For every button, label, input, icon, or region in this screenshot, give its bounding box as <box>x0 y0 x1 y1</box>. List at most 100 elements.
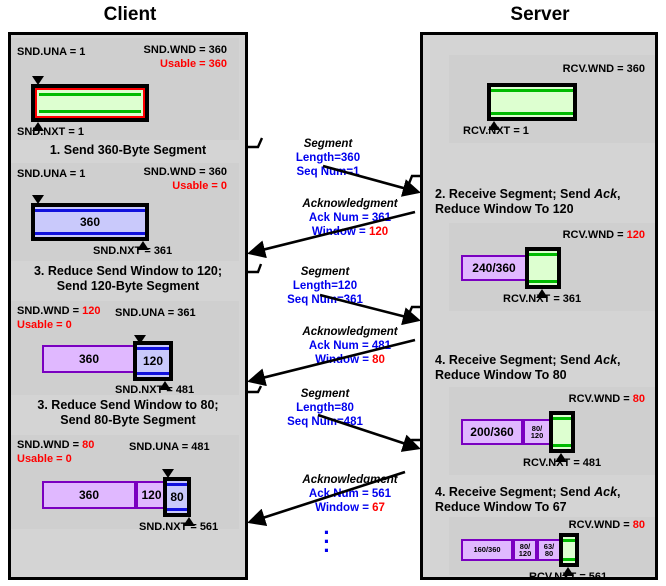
client-1-window-fill <box>35 88 145 118</box>
server-step-4-caption-line2: Reduce Window To 67 <box>435 499 567 514</box>
client-2-snd-una: SND.UNA = 1 <box>17 168 86 180</box>
client-1-stripe-top <box>39 93 141 96</box>
server-4-cap-ack: Ack <box>594 485 618 499</box>
server-3-rcv-wnd-label: RCV.WND = <box>568 393 633 405</box>
server-2-rcv-nxt: RCV.NXT = 361 <box>503 293 582 305</box>
server-4-receive-window <box>559 533 579 567</box>
client-state-4: SND.WND = 80 Usable = 0 SND.UNA = 481 36… <box>11 435 239 533</box>
server-1-rcv-wnd: RCV.WND = 360 <box>562 63 645 75</box>
message-segment-2-header: Segment <box>300 266 350 278</box>
client-1-window-labels: SND.WND = 360 Usable = 360 <box>144 44 227 72</box>
client-3-snd-wnd-value: 120 <box>82 305 101 317</box>
server-3-receive-window <box>549 411 575 453</box>
client-step-3-caption: 3. Reduce Send Window to 80; Send 80-Byt… <box>17 398 239 428</box>
client-column-title: Client <box>103 4 157 25</box>
message-ack-2-acknum: Ack Num = 481 <box>308 339 392 352</box>
server-state-3: RCV.WND = 80 200/360 80/ 120 RCV.NXT = 4… <box>449 387 655 475</box>
server-2-cap-comma: , <box>617 187 621 201</box>
client-4-snd-wnd-value: 80 <box>82 439 95 451</box>
server-2-stripe-bottom <box>529 280 557 283</box>
message-segment-2: Segment Length=120 Seq Num=361 <box>255 266 395 307</box>
server-2-rcv-wnd-label: RCV.WND = <box>562 229 627 241</box>
message-segment-2-seqnum: Seq Num=361 <box>287 293 363 306</box>
message-ack-1-header: Acknowledgment <box>302 198 398 210</box>
server-4-received-segment-2: 80/ 120 <box>513 539 537 561</box>
message-ack-3-window: Window = 67 <box>275 502 425 516</box>
server-4-seg3-bottom: 80 <box>544 549 554 558</box>
client-state-1: SND.UNA = 1 SND.WND = 360 Usable = 360 S… <box>11 38 239 140</box>
client-3-segment-size: 120 <box>142 354 164 368</box>
server-3-received-segment-2: 80/ 120 <box>523 419 551 445</box>
server-state-1: RCV.WND = 360 RCV.NXT = 1 <box>449 55 655 143</box>
client-4-window-labels: SND.WND = 80 Usable = 0 <box>17 439 94 467</box>
message-segment-1-header: Segment <box>303 138 353 150</box>
client-panel: SND.UNA = 1 SND.WND = 360 Usable = 360 S… <box>8 32 248 580</box>
server-4-received-segment-1: 160/360 <box>461 539 513 561</box>
dot-3: · <box>323 538 331 564</box>
message-segment-1: Segment Length=360 Seq Num=1 <box>258 138 398 179</box>
server-2-receive-window <box>525 247 561 289</box>
client-3-acked-segment: 360 <box>42 345 136 373</box>
message-ack-1: Acknowledgment Ack Num = 361 Window = 12… <box>275 198 425 239</box>
server-1-stripe-bottom <box>491 112 573 115</box>
server-state-2: RCV.WND = 120 240/360 RCV.NXT = 361 <box>449 223 655 311</box>
client-1-usable-window <box>31 84 149 122</box>
server-4-stripe-bottom <box>563 558 575 561</box>
client-step-2-caption: 3. Reduce Send Window to 120; Send 120-B… <box>17 264 239 294</box>
message-ack-2-window-label: Window = <box>315 353 373 366</box>
client-step-3-caption-line2: Send 80-Byte Segment <box>60 412 196 427</box>
client-3-snd-una: SND.UNA = 361 <box>115 307 196 319</box>
server-2-rcv-wnd-value: 120 <box>626 229 645 241</box>
server-step-2-caption: 2. Receive Segment; Send Ack, Reduce Win… <box>435 187 653 217</box>
server-step-4-caption: 4. Receive Segment; Send Ack, Reduce Win… <box>435 485 653 515</box>
client-4-snd-wnd: SND.WND = 80 <box>17 439 95 451</box>
server-3-rcv-wnd-value: 80 <box>632 393 645 405</box>
client-2-usable: Usable = 0 <box>172 179 227 192</box>
client-4-sending-window: 80 <box>163 477 191 517</box>
message-segment-2-length: Length=120 <box>292 279 358 292</box>
client-3-window-fill: 120 <box>137 345 169 377</box>
client-2-snd-wnd: SND.WND = 360 <box>143 166 227 178</box>
message-ack-2-header: Acknowledgment <box>302 326 398 338</box>
server-4-cap-comma: , <box>617 485 621 499</box>
client-4-usable: Usable = 0 <box>17 452 72 465</box>
message-segment-3: Segment Length=80 Seq Num=481 <box>255 388 395 429</box>
client-1-snd-wnd: SND.WND = 360 <box>143 44 227 56</box>
server-column-title: Server <box>510 4 570 25</box>
server-1-receive-window <box>487 83 577 121</box>
server-4-received-segment-3: 63/ 80 <box>537 539 561 561</box>
server-step-3-caption-line2: Reduce Window To 80 <box>435 367 567 382</box>
server-3-cap-a: 4. Receive Segment; Send <box>435 353 595 367</box>
server-1-rcv-nxt: RCV.NXT = 1 <box>463 125 529 137</box>
client-step-2-caption-line1: 3. Reduce Send Window to 120; <box>33 264 223 278</box>
client-3-window-labels: SND.WND = 120 Usable = 0 <box>17 305 100 333</box>
server-4-cap-a: 4. Receive Segment; Send <box>435 485 595 499</box>
server-3-stripe-top <box>553 417 571 420</box>
server-2-stripe-top <box>529 253 557 256</box>
server-4-stripe-top <box>563 539 575 542</box>
client-2-window-labels: SND.WND = 360 Usable = 0 <box>144 166 227 194</box>
server-state-4: RCV.WND = 80 160/360 80/ 120 63/ 80 RCV.… <box>449 517 655 583</box>
client-1-snd-una: SND.UNA = 1 <box>17 46 86 58</box>
client-1-snd-nxt: SND.NXT = 1 <box>17 126 84 138</box>
continuation-dots: · · · <box>312 521 342 564</box>
server-2-rcv-wnd: RCV.WND = 120 <box>563 229 645 243</box>
server-3-rcv-nxt: RCV.NXT = 481 <box>523 457 602 469</box>
client-4-acked-segment-1: 360 <box>42 481 136 509</box>
client-2-segment-size: 360 <box>79 215 101 229</box>
server-step-3-caption-line1: 4. Receive Segment; Send Ack, <box>435 353 653 368</box>
client-2-window-fill: 360 <box>35 207 145 237</box>
client-4-snd-una: SND.UNA = 481 <box>129 441 210 453</box>
client-4-segment-size: 80 <box>170 490 184 504</box>
client-3-sending-window: 120 <box>133 341 173 381</box>
server-3-received-segment-1: 200/360 <box>461 419 523 445</box>
message-segment-3-header: Segment <box>300 388 350 400</box>
message-ack-3: Acknowledgment Ack Num = 561 Window = 67 <box>275 474 425 515</box>
client-step-3-caption-line1: 3. Reduce Send Window to 80; <box>37 398 219 412</box>
client-3-snd-nxt: SND.NXT = 481 <box>115 384 195 396</box>
client-1-usable: Usable = 360 <box>160 57 227 70</box>
message-ack-2: Acknowledgment Ack Num = 481 Window = 80 <box>275 326 425 367</box>
server-2-cap-a: 2. Receive Segment; Send <box>435 187 595 201</box>
message-ack-3-window-label: Window = <box>315 501 373 514</box>
elbow-server-4 <box>406 438 420 449</box>
